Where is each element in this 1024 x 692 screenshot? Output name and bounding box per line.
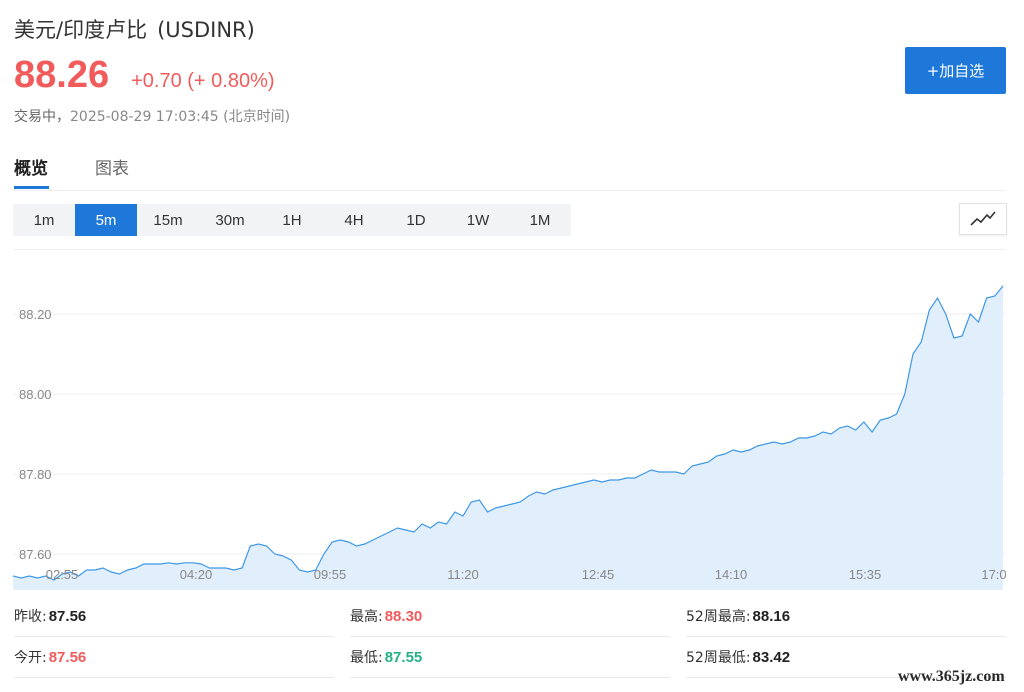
stat-label: 昨收: — [14, 609, 47, 625]
chart-type-button[interactable] — [959, 203, 1007, 235]
stat-prev-close: 昨收: 87.56 — [14, 596, 334, 637]
y-tick-label: 88.00 — [19, 387, 52, 402]
current-price: 88.26 — [14, 54, 110, 96]
stats-row: 昨收: 87.56 最高: 88.30 52周最高: 88.16 — [14, 596, 1006, 637]
stat-value: 87.55 — [384, 648, 423, 666]
stat-label: 最高: — [350, 609, 383, 625]
instrument-code: (USDINR) — [157, 18, 255, 42]
x-tick-label: 14:10 — [715, 567, 748, 582]
x-tick-label: 17:0 — [981, 567, 1006, 582]
x-tick-label: 12:45 — [582, 567, 615, 582]
period-1d[interactable]: 1D — [385, 204, 447, 236]
stat-52w-high: 52周最高: 88.16 — [686, 596, 1006, 637]
period-5m[interactable]: 5m — [75, 204, 137, 236]
period-4h[interactable]: 4H — [323, 204, 385, 236]
period-15m[interactable]: 15m — [137, 204, 199, 236]
price-change: +0.70 (+ 0.80%) — [131, 70, 275, 92]
stat-value: 87.56 — [48, 648, 87, 666]
stat-low: 最低: 87.55 — [350, 637, 670, 678]
tab-overview[interactable]: 概览 — [14, 154, 48, 179]
period-30m[interactable]: 30m — [199, 204, 261, 236]
period-1m[interactable]: 1m — [13, 204, 75, 236]
status-timestamp: 2025-08-29 17:03:45 (北京时间) — [70, 109, 291, 125]
x-tick-label: 15:35 — [849, 567, 882, 582]
stat-label: 今开: — [14, 650, 47, 666]
stat-value: 88.30 — [384, 607, 423, 625]
stat-high: 最高: 88.30 — [350, 596, 670, 637]
stat-value: 83.42 — [752, 648, 791, 666]
y-tick-label: 87.60 — [19, 547, 52, 562]
add-to-watchlist-button[interactable]: +加自选 — [905, 47, 1006, 94]
price-area — [13, 286, 1003, 590]
trading-status: 交易中，2025-08-29 17:03:45 (北京时间) — [14, 106, 290, 126]
instrument-title: 美元/印度卢比 (USDINR) — [14, 14, 255, 44]
stat-open: 今开: 87.56 — [14, 637, 334, 678]
active-tab-underline — [14, 186, 49, 189]
y-tick-label: 87.80 — [19, 467, 52, 482]
stat-label: 52周最高: — [686, 609, 751, 625]
x-tick-label: 02:55 — [46, 567, 79, 582]
x-tick-label: 04:20 — [180, 567, 213, 582]
stat-label: 52周最低: — [686, 650, 751, 666]
price-chart-svg: 88.20 88.00 87.80 87.60 02:55 04:20 09:55 11:20… — [12, 285, 1007, 590]
x-tick-label: 09:55 — [314, 567, 347, 582]
price-chart[interactable]: 88.20 88.00 87.80 87.60 02:55 04:20 09:55 11:20… — [12, 249, 1007, 590]
stat-label: 最低: — [350, 650, 383, 666]
status-text: 交易中， — [14, 109, 70, 125]
y-tick-label: 88.20 — [19, 307, 52, 322]
tab-chart[interactable]: 图表 — [95, 154, 129, 179]
watermark: www.365jz.com — [898, 668, 1005, 685]
period-1h[interactable]: 1H — [261, 204, 323, 236]
period-1w[interactable]: 1W — [447, 204, 509, 236]
stats-row: 今开: 87.56 最低: 87.55 52周最低: 83.42 — [14, 637, 1006, 678]
period-selector: 1m 5m 15m 30m 1H 4H 1D 1W 1M — [13, 204, 571, 236]
x-tick-label: 11:20 — [447, 567, 479, 582]
line-chart-icon — [970, 211, 996, 226]
stat-value: 88.16 — [752, 607, 791, 625]
instrument-name: 美元/印度卢比 — [14, 18, 148, 42]
period-1mo[interactable]: 1M — [509, 204, 571, 236]
tab-bar: 概览 图表 — [14, 150, 1006, 191]
price-row: 88.26 +0.70 (+ 0.80%) — [14, 54, 275, 97]
stat-value: 87.56 — [48, 607, 87, 625]
